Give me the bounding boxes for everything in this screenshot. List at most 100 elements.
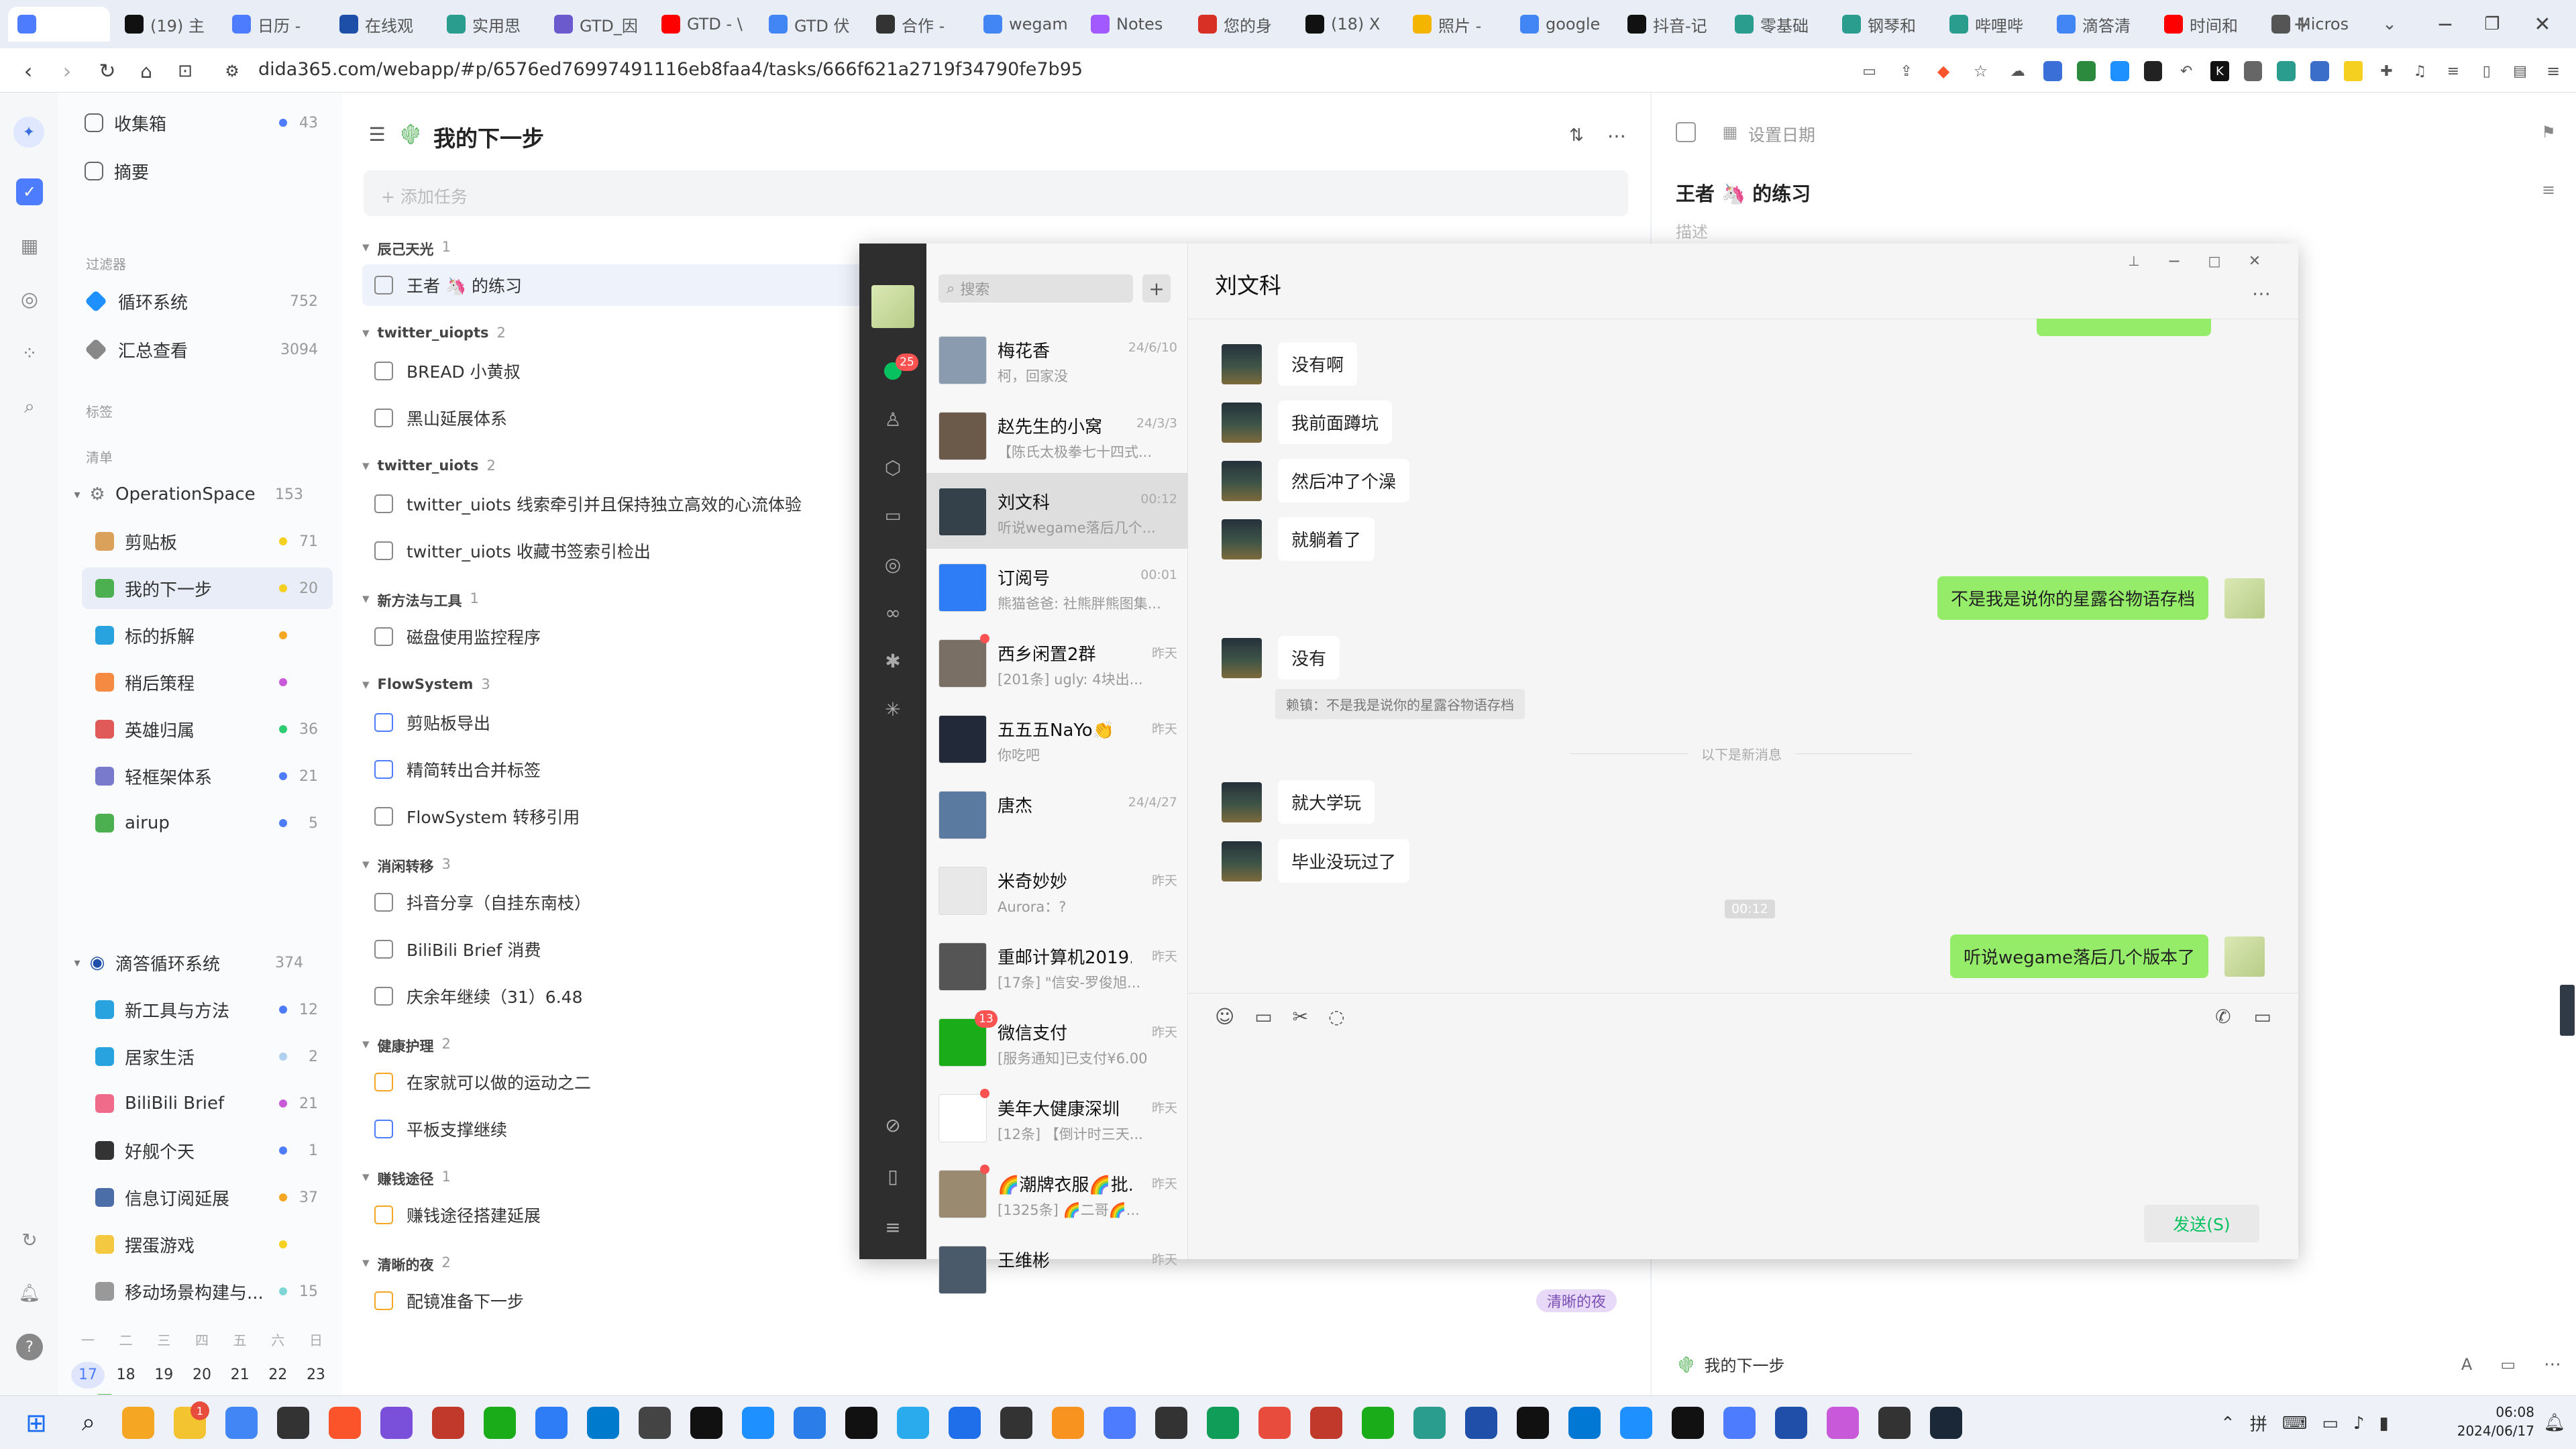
tasks-icon[interactable]: ✓ [16, 178, 43, 205]
extension-icon[interactable] [2143, 61, 2163, 81]
message-bubble[interactable]: 然后冲了个澡 [1278, 459, 1410, 502]
calendar-day[interactable]: 19 [147, 1362, 180, 1389]
sidebar-list-item[interactable]: airup 5 [82, 802, 333, 844]
sidebar-filter-item[interactable]: 汇总查看 3094 [85, 329, 333, 370]
taskbar-app-icon[interactable] [1723, 1407, 1756, 1439]
restore-window-icon[interactable]: ❐ [2475, 9, 2509, 39]
taskbar-app-icon[interactable] [1465, 1407, 1497, 1439]
taskbar-app-icon[interactable] [1052, 1407, 1084, 1439]
taskbar-app-icon[interactable] [1568, 1407, 1601, 1439]
reload-icon[interactable]: ↻ [93, 56, 122, 86]
task-group-header[interactable]: ▾ 辰己天光 1 [362, 239, 451, 259]
home-icon[interactable]: ⌂ [131, 56, 161, 86]
set-date-button[interactable]: 设置日期 [1748, 122, 1815, 146]
conversation-item[interactable]: 13 微信支付 昨天 [服务通知]已支付¥6.00 [926, 1004, 1188, 1079]
taskbar-app-icon[interactable] [484, 1407, 516, 1439]
avatar[interactable] [1222, 841, 1262, 881]
taskbar-app-icon[interactable] [1775, 1407, 1807, 1439]
avatar[interactable] [871, 285, 914, 328]
chat-bubble-icon[interactable]: ◌ [1328, 1006, 1344, 1028]
focus-icon[interactable]: ◎ [16, 286, 43, 313]
taskbar-app-icon[interactable] [1258, 1407, 1291, 1439]
pin-icon[interactable]: ⊥ [2121, 248, 2147, 274]
message-bubble[interactable]: 就躺着了 [1278, 517, 1375, 561]
conversation-item[interactable]: 米奇妙妙 昨天 Aurora：? [926, 852, 1188, 928]
browser-tab[interactable]: GTD 伏 [759, 7, 861, 42]
taskbar-app-icon[interactable] [1155, 1407, 1187, 1439]
task-checkbox[interactable] [374, 1073, 393, 1091]
sidebar-list-item[interactable]: 剪贴板 71 [82, 521, 333, 562]
extension-icon[interactable]: ↶ [2177, 61, 2196, 81]
site-info-icon[interactable]: ⚙ [219, 58, 246, 85]
taskbar-app-icon[interactable] [1207, 1407, 1239, 1439]
conversation-item[interactable]: 订阅号 00:01 熊猫爸爸: 社熊胖熊图集... [926, 549, 1188, 625]
calendar-icon[interactable]: ▦ [16, 232, 43, 259]
description-field[interactable]: 描述 [1676, 219, 1708, 242]
task-checkbox[interactable] [374, 541, 393, 560]
back-icon[interactable]: ‹ [13, 56, 43, 86]
taskbar-app-icon[interactable] [1362, 1407, 1394, 1439]
task-group-header[interactable]: ▾ 健康护理 2 [362, 1036, 451, 1056]
message-bubble[interactable]: 没有 [1278, 636, 1340, 680]
text-format-icon[interactable]: ≡ [2537, 178, 2560, 201]
task-checkbox[interactable] [374, 627, 393, 646]
calendar-day[interactable]: 20 [185, 1362, 219, 1389]
playlist-icon[interactable]: ≡ [2444, 61, 2463, 81]
avatar[interactable] [1222, 402, 1262, 443]
sort-icon[interactable]: ⇅ [1563, 122, 1590, 149]
clock[interactable]: 06:08 2024/06/17 [2447, 1403, 2534, 1440]
browser-tab[interactable]: wegam [974, 7, 1076, 42]
extension-icon[interactable] [2110, 61, 2129, 81]
forward-icon[interactable]: › [52, 56, 82, 86]
close-icon[interactable]: ✕ [2241, 248, 2268, 274]
menu-icon[interactable]: ≡ [878, 1212, 908, 1242]
add-task-input[interactable]: + 添加任务 [364, 170, 1628, 216]
volume-icon[interactable]: ♪ [2353, 1413, 2365, 1434]
battery-icon[interactable]: ▮ [2379, 1413, 2389, 1434]
taskbar-app-icon[interactable] [794, 1407, 826, 1439]
browser-tab[interactable]: 实用思 [437, 7, 539, 42]
browser-tab[interactable]: 日历 - [223, 7, 325, 42]
scrollbar-thumb[interactable] [2560, 985, 2575, 1036]
sidebar-list-item[interactable]: 居家生活 2 [82, 1036, 333, 1077]
task-checkbox[interactable] [374, 940, 393, 959]
task-group-header[interactable]: ▾ 消闲转移 3 [362, 856, 451, 876]
taskbar-app-icon[interactable] [1104, 1407, 1136, 1439]
cloud-icon[interactable]: ☁ [2006, 59, 2029, 83]
more-icon[interactable]: ⋯ [2544, 1354, 2561, 1375]
task-group-header[interactable]: ▾ 新方法与工具 1 [362, 590, 479, 610]
puzzle-icon[interactable]: ✚ [2377, 61, 2396, 81]
task-group-header[interactable]: ▾ 清晰的夜 2 [362, 1254, 451, 1275]
avatar[interactable]: ✦ [13, 117, 44, 148]
avatar[interactable] [1222, 782, 1262, 822]
browser-tab[interactable]: GTD - \ [652, 7, 754, 42]
conversation-item[interactable]: 梅花香 24/6/10 柯，回家没 [926, 321, 1188, 397]
browser-tab[interactable] [8, 7, 110, 42]
taskbar-app-icon[interactable] [535, 1407, 568, 1439]
sync-icon[interactable]: ↻ [16, 1226, 43, 1253]
conversation-item[interactable]: 🌈潮牌衣服🌈批... 昨天 [1325条] 🌈二哥🌈... [926, 1155, 1188, 1231]
conversation-item[interactable]: 五五五NaYo👏 昨天 你吃吧 [926, 700, 1188, 776]
add-chat-button[interactable]: + [1142, 274, 1171, 303]
more-icon[interactable]: ⋯ [1603, 122, 1630, 149]
favorites-icon[interactable]: ⬡ [878, 453, 908, 482]
send-button[interactable]: 发送(S) [2144, 1205, 2259, 1242]
share-icon[interactable]: ⇪ [1895, 59, 1917, 83]
taskbar-app-icon[interactable] [329, 1407, 361, 1439]
browser-tab[interactable]: (19) 主 [115, 7, 217, 42]
avatar[interactable] [1222, 519, 1262, 559]
sidebar-item-summary[interactable]: 摘要 [85, 150, 333, 192]
sidebar-list-item[interactable]: 信息订阅延展 37 [82, 1177, 333, 1218]
minimize-icon[interactable]: − [2161, 248, 2188, 274]
browser-tab[interactable]: 零基础 [1725, 7, 1827, 42]
browser-tab[interactable]: Notes [1081, 7, 1183, 42]
habits-icon[interactable]: ⁘ [16, 339, 43, 366]
sidebar-list-item[interactable]: 移动场景构建与... 15 [82, 1271, 333, 1312]
taskbar-app-icon[interactable] [380, 1407, 413, 1439]
message-bubble[interactable]: 就大学玩 [1278, 780, 1375, 824]
url-field[interactable]: dida365.com/webapp/#p/6576ed76997491116e… [258, 59, 1083, 80]
browser-tab[interactable]: 抖音-记 [1618, 7, 1720, 42]
sidebar-list-item[interactable]: 英雄归属 36 [82, 708, 333, 750]
taskbar-app-icon[interactable] [1620, 1407, 1652, 1439]
extension-icon[interactable] [2277, 61, 2296, 81]
